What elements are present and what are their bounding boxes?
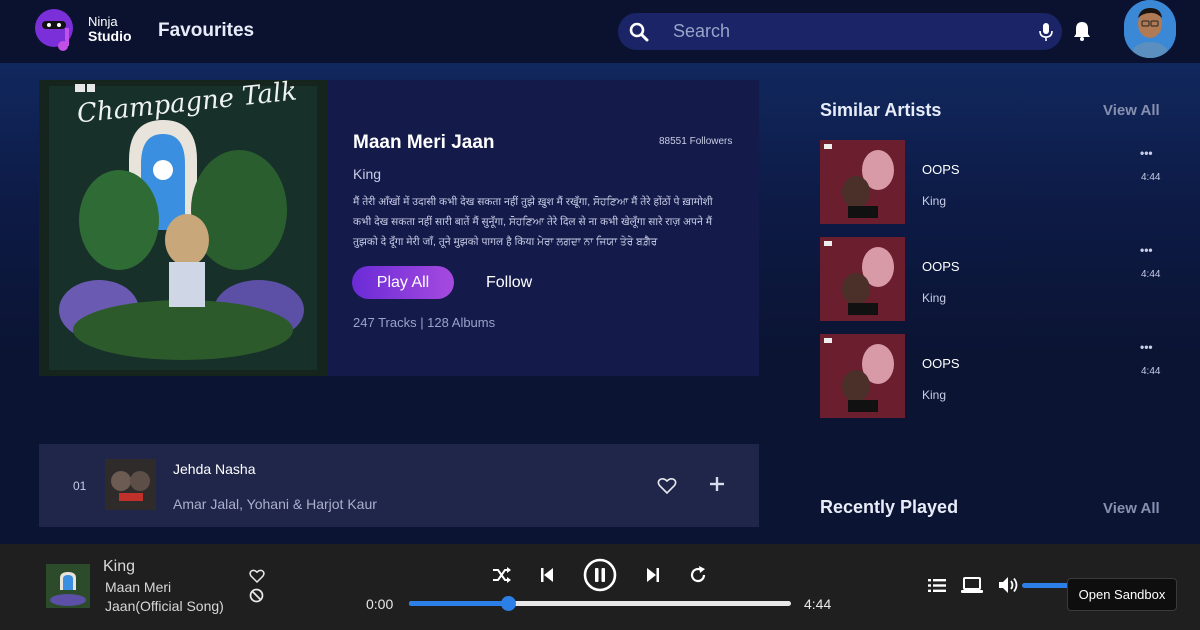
block-icon[interactable]	[249, 588, 264, 603]
page-title: Favourites	[158, 20, 255, 41]
artist-hero-card: Champagne Talk Maan Meri Jaan 88551 Foll…	[39, 80, 759, 376]
repeat-icon[interactable]	[688, 565, 708, 585]
progress-slider[interactable]	[409, 596, 791, 611]
similar-artist: King	[922, 194, 947, 208]
similar-artist: King	[922, 291, 947, 305]
list-item[interactable]: OOPS King ••• 4:44	[820, 140, 1165, 224]
similar-duration: 4:44	[1141, 366, 1161, 377]
play-all-button[interactable]: Play All	[352, 266, 454, 299]
queue-list-icon[interactable]	[928, 578, 946, 593]
skip-back-icon[interactable]	[540, 567, 554, 583]
tracks-albums-count: 247 Tracks | 128 Albums	[353, 315, 496, 330]
similar-thumbnail-image	[820, 334, 905, 418]
recent-view-all-link[interactable]: View All	[1103, 500, 1160, 517]
skip-forward-icon[interactable]	[646, 567, 660, 583]
artist-title: Maan Meri Jaan	[353, 132, 495, 153]
now-playing-thumbnail[interactable]	[46, 564, 90, 608]
now-playing-artist: King	[103, 558, 136, 575]
brand-line-2: Studio	[88, 28, 132, 44]
recently-played-heading: Recently Played	[820, 497, 959, 517]
volume-icon[interactable]	[998, 576, 1020, 594]
time-total: 4:44	[804, 596, 832, 612]
heart-icon[interactable]	[249, 569, 265, 583]
similar-view-all-link[interactable]: View All	[1103, 102, 1160, 119]
user-avatar[interactable]	[1124, 0, 1176, 58]
search-icon[interactable]	[626, 19, 651, 44]
search-input[interactable]	[673, 13, 1013, 50]
followers-count: 88551 Followers	[659, 136, 733, 147]
similar-thumbnail	[820, 237, 905, 321]
now-playing-song: Maan Meri Jaan(Official Song)	[105, 579, 224, 614]
progress-fill	[409, 601, 509, 606]
lyrics-snippet: मैं तेरी आँखों में उदासी कभी देख सकता नह…	[353, 196, 713, 248]
album-art[interactable]: Champagne Talk	[39, 80, 327, 376]
similar-artist: King	[922, 388, 947, 402]
bell-icon[interactable]	[1072, 20, 1092, 42]
open-sandbox-button[interactable]: Open Sandbox	[1067, 578, 1177, 611]
track-thumbnail	[105, 459, 156, 510]
similar-title: OOPS	[922, 356, 960, 371]
artist-subtitle: King	[353, 166, 382, 182]
similar-title: OOPS	[922, 162, 960, 177]
shuffle-icon[interactable]	[492, 566, 512, 584]
similar-thumbnail-image	[820, 140, 905, 224]
player-bar: King Maan Meri Jaan(Official Song) 0:00 …	[0, 544, 1200, 630]
track-artist: Amar Jalal, Yohani & Harjot Kaur	[173, 496, 377, 512]
similar-duration: 4:44	[1141, 172, 1161, 183]
mic-icon[interactable]	[1038, 22, 1054, 42]
now-playing-image	[46, 564, 90, 608]
track-number: 01	[73, 479, 87, 493]
progress-handle[interactable]	[501, 596, 517, 611]
track-title: Jehda Nasha	[173, 461, 256, 477]
ninja-studio-logo-icon[interactable]	[34, 8, 80, 52]
search-bar	[618, 13, 1062, 50]
similar-duration: 4:44	[1141, 269, 1161, 280]
list-item[interactable]: OOPS King ••• 4:44	[820, 237, 1165, 321]
similar-thumbnail	[820, 140, 905, 224]
avatar-image	[1124, 0, 1176, 58]
brand-line-1: Ninja	[88, 14, 118, 29]
time-current: 0:00	[366, 596, 394, 612]
more-options-icon[interactable]: •••	[1140, 340, 1153, 354]
pause-icon[interactable]	[583, 558, 617, 592]
brand-name: Ninja Studio	[88, 14, 132, 44]
volume-slider[interactable]	[1022, 583, 1072, 588]
plus-icon[interactable]	[709, 476, 725, 492]
similar-thumbnail-image	[820, 237, 905, 321]
list-item[interactable]: OOPS King ••• 4:44	[820, 334, 1165, 418]
similar-title: OOPS	[922, 259, 960, 274]
top-bar: Ninja Studio Favourites	[0, 0, 1200, 63]
table-row[interactable]: 01 Jehda Nasha Amar Jalal, Yohani & Harj…	[39, 444, 759, 527]
follow-button[interactable]: Follow	[486, 274, 532, 292]
heart-icon[interactable]	[657, 477, 677, 495]
more-options-icon[interactable]: •••	[1140, 146, 1153, 160]
similar-thumbnail	[820, 334, 905, 418]
similar-artists-heading: Similar Artists	[820, 100, 942, 120]
track-thumbnail-image	[105, 459, 156, 510]
laptop-icon[interactable]	[961, 577, 983, 594]
more-options-icon[interactable]: •••	[1140, 243, 1153, 257]
